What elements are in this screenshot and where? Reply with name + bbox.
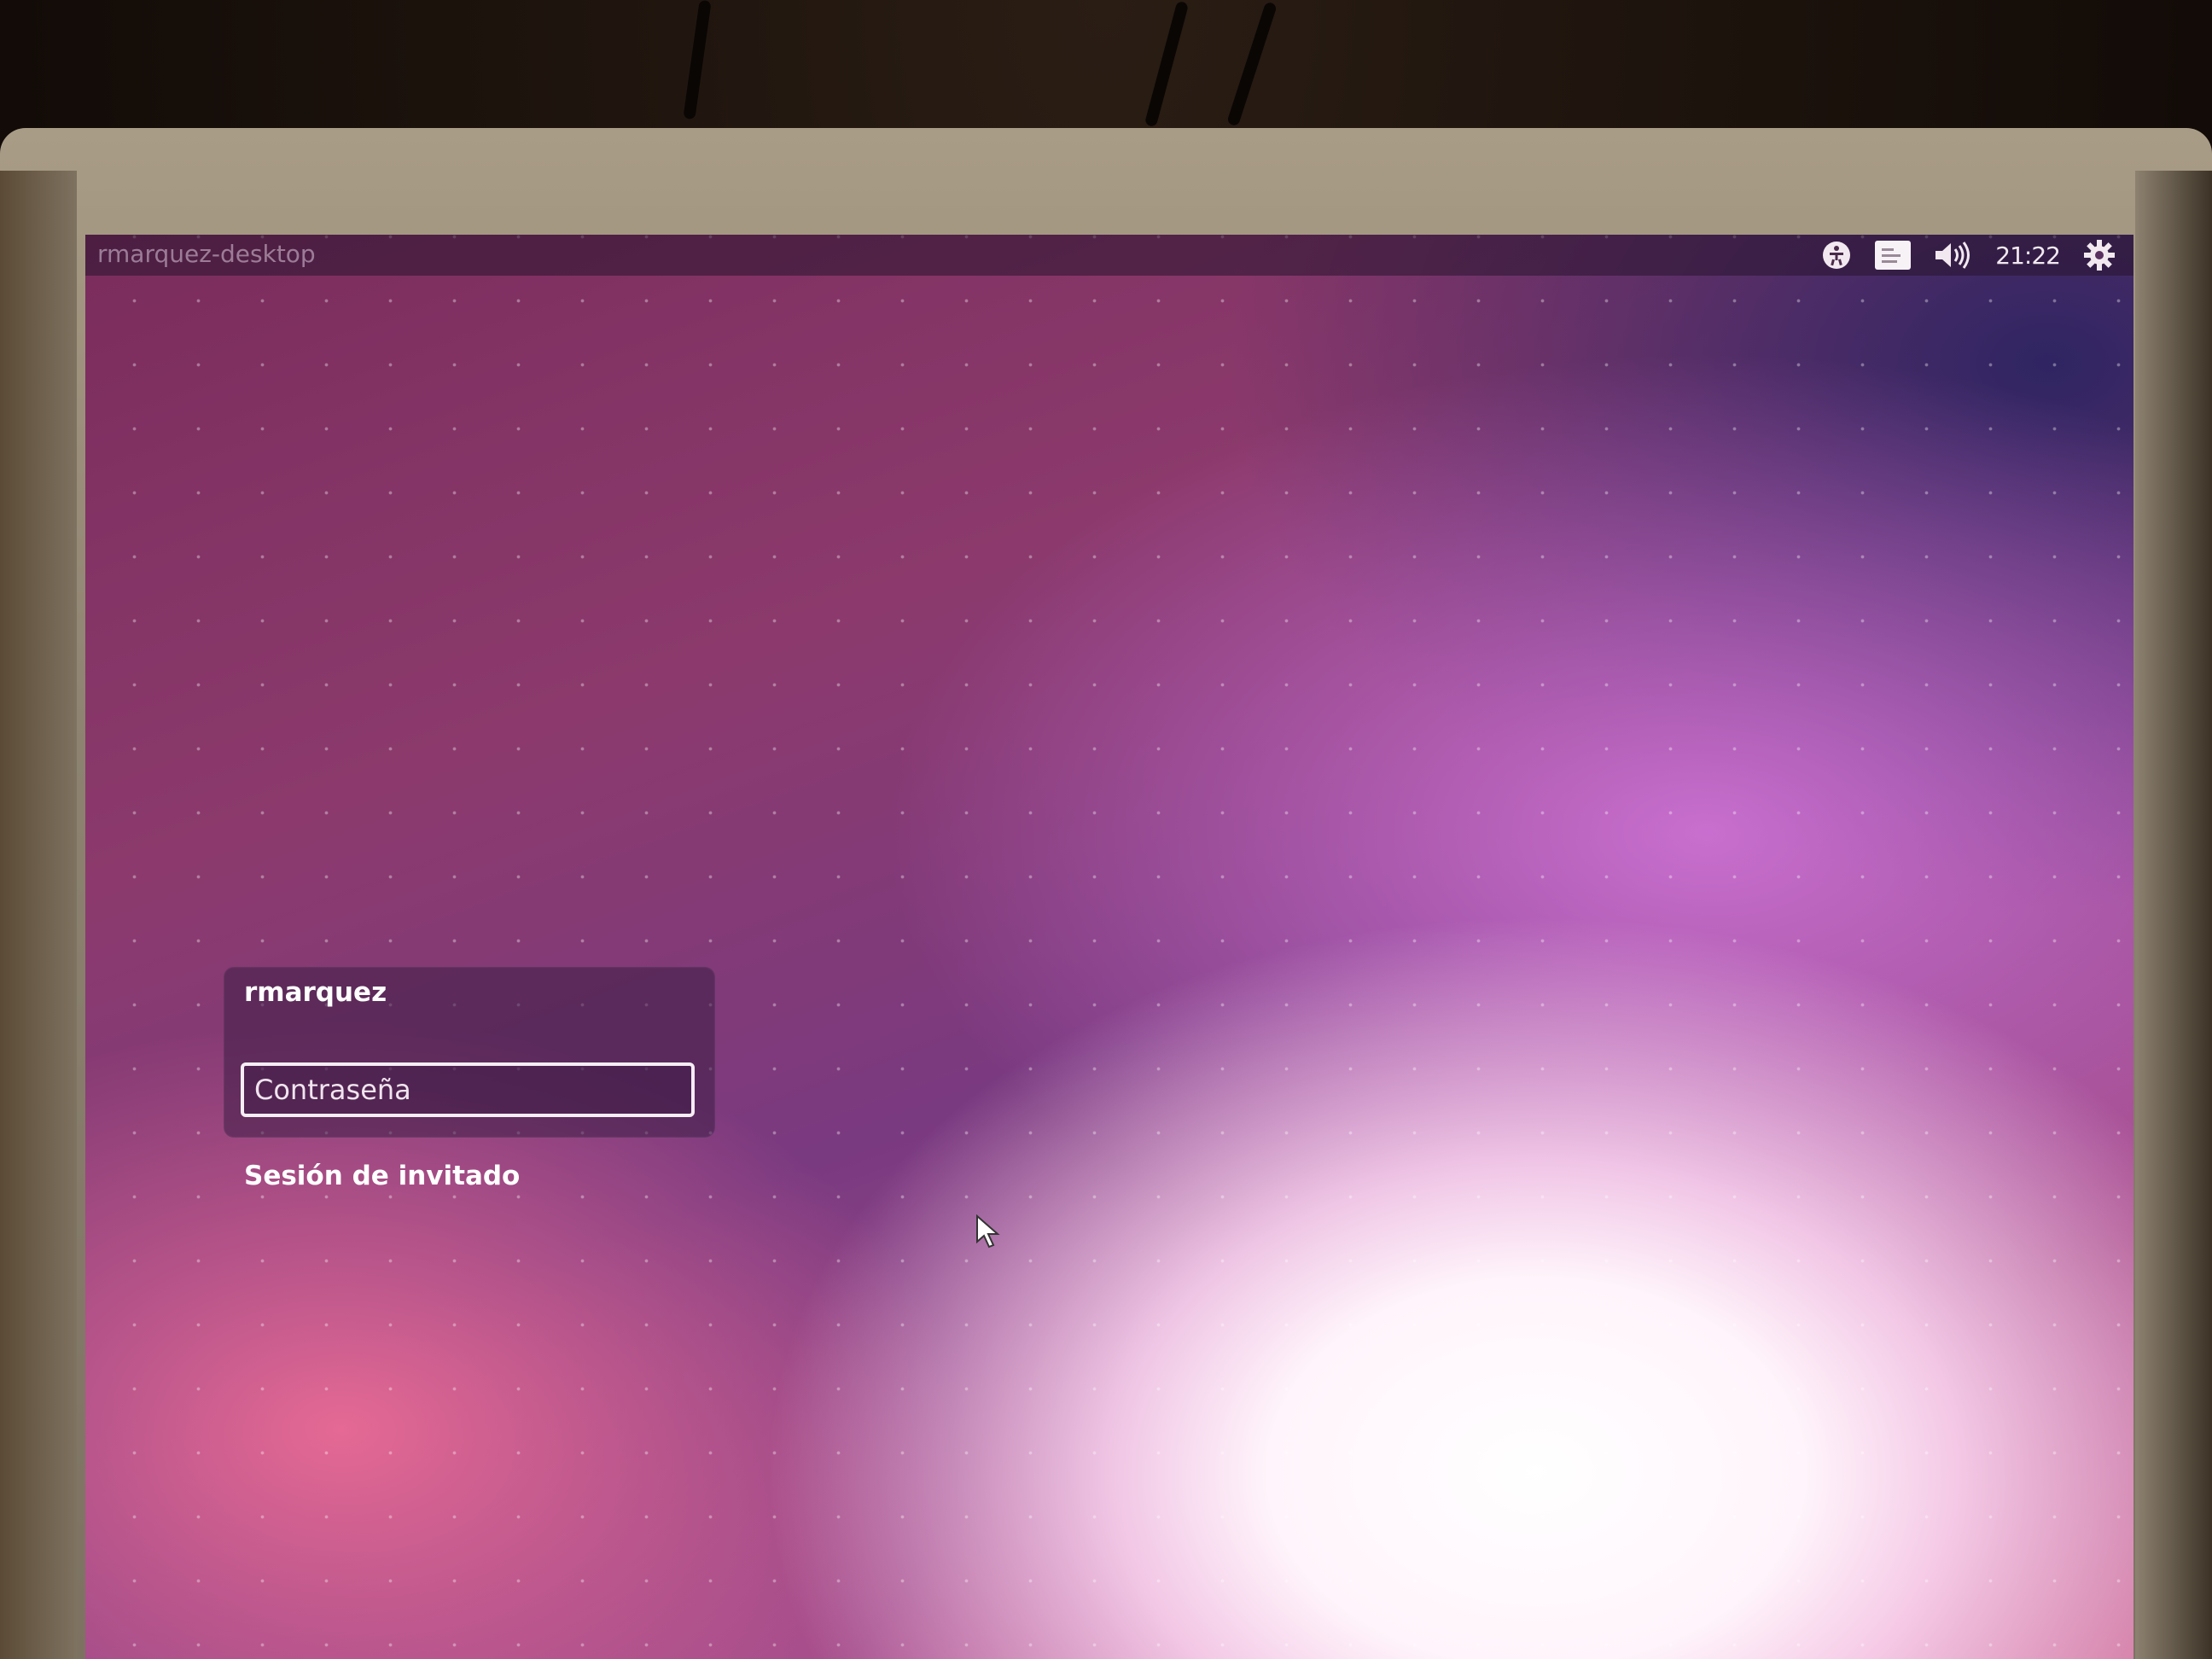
monitor-bezel-right [2135, 171, 2212, 1659]
login-box: rmarquez [224, 967, 715, 1138]
username-label[interactable]: rmarquez [244, 977, 387, 1008]
mouse-pointer-icon [975, 1214, 1001, 1249]
cable [1226, 1, 1278, 127]
keyboard-layout-icon[interactable] [1874, 238, 1912, 272]
indicator-area: 21:22 [1821, 236, 2116, 274]
volume-icon[interactable] [1934, 238, 1973, 272]
monitor-bezel-left [0, 171, 77, 1659]
cable [683, 0, 712, 120]
accessibility-icon[interactable] [1821, 238, 1852, 272]
password-input[interactable] [241, 1062, 695, 1117]
guest-session-link[interactable]: Sesión de invitado [244, 1161, 520, 1191]
photo-background: rmarquez-desktop 21:22 rmarquez Sesión d… [0, 0, 2212, 1659]
cable [1144, 0, 1190, 128]
hostname-label: rmarquez-desktop [97, 240, 316, 268]
power-gear-icon[interactable] [2082, 238, 2116, 272]
login-screen: rmarquez-desktop 21:22 rmarquez Sesión d… [85, 235, 2133, 1659]
wallpaper-dot-grid [85, 235, 2133, 1659]
top-panel: rmarquez-desktop 21:22 [85, 235, 2133, 276]
clock[interactable]: 21:22 [1995, 238, 2061, 272]
